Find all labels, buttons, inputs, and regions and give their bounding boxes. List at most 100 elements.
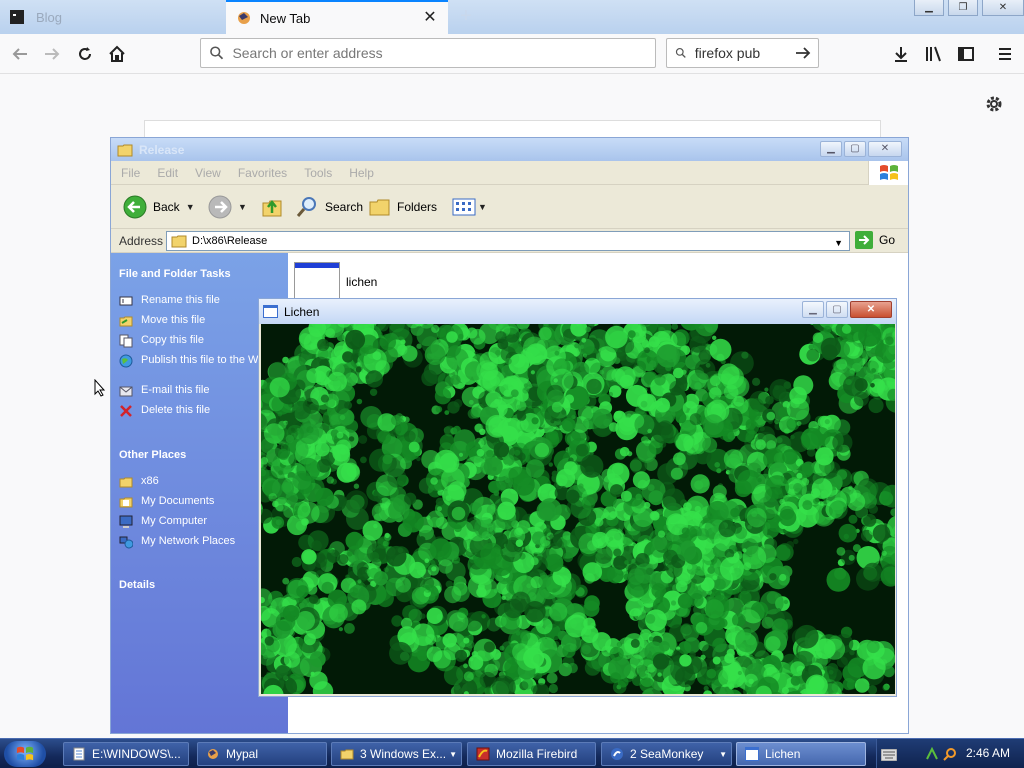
forward-arrow-icon[interactable]: [41, 43, 63, 65]
file-folder-tasks-heading[interactable]: File and Folder Tasks: [119, 268, 231, 280]
menu-favorites[interactable]: Favorites: [238, 166, 287, 180]
forward-arrow-icon: [208, 195, 232, 219]
menu-view[interactable]: View: [195, 166, 221, 180]
clock[interactable]: 2:46 AM: [966, 746, 1010, 760]
explorer-menubar: File Edit View Favorites Tools Help: [111, 161, 908, 185]
search-input[interactable]: [686, 45, 794, 61]
go-label: Go: [879, 233, 896, 247]
address-dropdown-icon[interactable]: ▼: [834, 238, 843, 248]
go-button[interactable]: Go: [855, 231, 895, 249]
group-dropdown-icon[interactable]: ▼: [719, 750, 727, 759]
views-dropdown-icon[interactable]: ▼: [478, 202, 487, 212]
search-magnifier-icon: [296, 197, 316, 217]
task-mypal[interactable]: Mypal: [197, 742, 327, 766]
lichen-window[interactable]: Lichen ▁ ▢ ✕: [258, 298, 897, 697]
search-button[interactable]: Search: [295, 195, 363, 219]
menu-hamburger-icon[interactable]: [994, 43, 1016, 65]
seamonkey-icon: [611, 748, 623, 760]
home-icon[interactable]: [106, 43, 128, 65]
task-mozilla-firebird[interactable]: Mozilla Firebird: [467, 742, 596, 766]
forward-dropdown-icon[interactable]: ▼: [238, 202, 247, 212]
back-dropdown-icon[interactable]: ▼: [186, 202, 195, 212]
app-window-icon: [263, 305, 278, 318]
lichen-titlebar[interactable]: Lichen ▁ ▢ ✕: [259, 299, 896, 324]
folder-icon: [171, 235, 187, 248]
menu-tools[interactable]: Tools: [304, 166, 332, 180]
minimize-icon[interactable]: ▁: [914, 0, 944, 16]
views-button[interactable]: ▼: [452, 195, 487, 219]
details-heading[interactable]: Details: [119, 579, 155, 591]
menu-file[interactable]: File: [121, 166, 140, 180]
lichen-exe-icon[interactable]: [294, 262, 340, 302]
blog-favicon-icon: [10, 10, 24, 24]
folders-label: Folders: [397, 200, 438, 214]
start-button[interactable]: [4, 741, 46, 767]
search-bar[interactable]: [666, 38, 819, 68]
keyboard-icon[interactable]: [881, 749, 897, 761]
library-icon[interactable]: [923, 43, 945, 65]
folder-icon: [117, 144, 133, 156]
menu-edit[interactable]: Edit: [157, 166, 178, 180]
folders-button[interactable]: Folders: [369, 195, 437, 219]
explorer-toolbar: Back ▼ ▼ Search Folders ▼: [111, 185, 908, 229]
minimize-icon[interactable]: ▁: [802, 301, 824, 318]
search-go-arrow-icon[interactable]: [794, 44, 812, 62]
task-lichen[interactable]: Lichen: [736, 742, 866, 766]
search-label: Search: [325, 200, 364, 214]
task-windows-folder[interactable]: E:\WINDOWS\...: [63, 742, 189, 766]
file-name-lichen[interactable]: lichen: [346, 275, 377, 289]
forward-button[interactable]: ▼: [208, 195, 247, 219]
new-tab-plus-icon[interactable]: +: [456, 6, 476, 26]
mypal-icon: [208, 749, 218, 759]
search-tray-icon[interactable]: [943, 747, 957, 761]
close-tab-icon[interactable]: ✕: [422, 10, 438, 26]
explorer-title: Release: [139, 142, 185, 157]
sidebar-toggle-icon[interactable]: [955, 43, 977, 65]
group-dropdown-icon[interactable]: ▼: [449, 750, 457, 759]
up-folder-button[interactable]: [261, 195, 283, 219]
move-folder-icon: [119, 316, 133, 327]
close-window-icon[interactable]: ✕: [868, 141, 902, 157]
url-input[interactable]: [224, 45, 655, 61]
search-icon: [210, 46, 224, 60]
close-window-icon[interactable]: ✕: [982, 0, 1024, 16]
task-windows-explorer[interactable]: 3 Windows Ex... ▼: [331, 742, 462, 766]
explorer-window-controls: ▁ ▢ ✕: [820, 141, 902, 157]
go-arrow-icon: [855, 231, 873, 249]
address-bar[interactable]: [200, 38, 656, 68]
minimize-icon[interactable]: ▁: [820, 141, 842, 157]
page-settings-gear-icon[interactable]: [984, 94, 1004, 114]
back-button[interactable]: Back ▼: [123, 195, 195, 219]
my-documents-icon: [119, 497, 133, 508]
browser-navbar: [0, 34, 1024, 74]
back-arrow-icon[interactable]: [9, 43, 31, 65]
menu-help[interactable]: Help: [349, 166, 374, 180]
maximize-icon[interactable]: ▢: [844, 141, 866, 157]
globe-icon: [119, 354, 133, 368]
tab-new-tab[interactable]: New Tab ✕: [226, 0, 448, 34]
lichen-window-controls: ▁ ▢ ✕: [802, 301, 892, 318]
back-arrow-icon: [123, 195, 147, 219]
network-tray-icon[interactable]: [925, 747, 939, 761]
other-places-heading[interactable]: Other Places: [119, 449, 186, 461]
lichen-simulation-canvas[interactable]: [261, 324, 895, 694]
tab-label: New Tab: [260, 10, 311, 26]
my-computer-icon: [119, 515, 133, 528]
reload-icon[interactable]: [74, 43, 96, 65]
close-window-icon[interactable]: ✕: [850, 301, 892, 318]
screen: Blog New Tab ✕ + ▁ ❐ ✕ Search or enter a…: [0, 0, 1024, 768]
maximize-icon[interactable]: ▢: [826, 301, 848, 318]
windows-flag-logo: [868, 161, 908, 185]
tab-blog[interactable]: Blog: [0, 0, 226, 34]
search-icon: [675, 47, 686, 58]
restore-icon[interactable]: ❐: [948, 0, 978, 16]
folder-icon: [340, 749, 354, 760]
explorer-titlebar[interactable]: Release ▁ ▢ ✕: [111, 138, 908, 161]
windows-logo-icon: [880, 165, 898, 180]
app-window-icon: [745, 747, 759, 761]
downloads-icon[interactable]: [890, 43, 912, 65]
address-field[interactable]: D:\x86\Release ▼: [166, 231, 850, 251]
explorer-address-bar: Address D:\x86\Release ▼ Go: [111, 229, 908, 253]
task-seamonkey[interactable]: 2 SeaMonkey ▼: [601, 742, 732, 766]
newtab-search-box-edge: [144, 120, 881, 138]
